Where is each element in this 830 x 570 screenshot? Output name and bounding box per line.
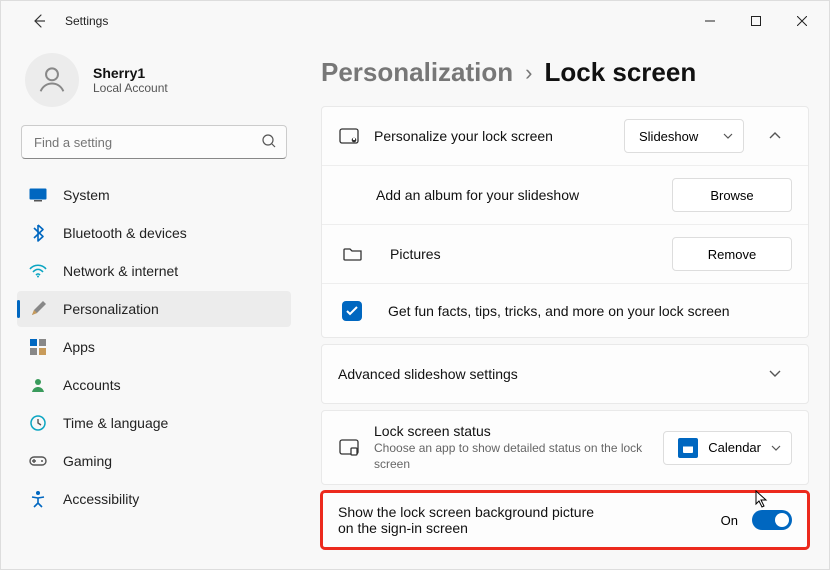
- search-input[interactable]: [21, 125, 287, 159]
- profile-name: Sherry1: [93, 65, 168, 81]
- window-title: Settings: [65, 14, 108, 28]
- avatar: [25, 53, 79, 107]
- chevron-down-icon: [771, 445, 781, 451]
- sidebar: Sherry1 Local Account System Bluetooth &…: [1, 41, 301, 569]
- nav-label: System: [63, 187, 110, 203]
- profile-subtitle: Local Account: [93, 81, 168, 95]
- check-icon: [346, 306, 358, 316]
- profile-block[interactable]: Sherry1 Local Account: [17, 47, 291, 125]
- chevron-up-icon: [769, 132, 781, 140]
- nav-label: Network & internet: [63, 263, 178, 279]
- clock-icon: [29, 414, 47, 432]
- monitor-icon: [29, 186, 47, 204]
- main-content: Personalization › Lock screen Personaliz…: [301, 41, 829, 569]
- nav-item-network[interactable]: Network & internet: [17, 253, 291, 289]
- close-button[interactable]: [779, 5, 825, 37]
- lockscreen-mode-select[interactable]: Slideshow: [624, 119, 744, 153]
- account-icon: [29, 376, 47, 394]
- nav-item-personalization[interactable]: Personalization: [17, 291, 291, 327]
- add-album-label: Add an album for your slideshow: [376, 187, 658, 203]
- person-icon: [35, 63, 69, 97]
- breadcrumb-current: Lock screen: [544, 57, 696, 88]
- select-value: Slideshow: [639, 129, 698, 144]
- signin-title-line2: on the sign-in screen: [338, 520, 707, 536]
- nav-item-time[interactable]: Time & language: [17, 405, 291, 441]
- personalize-card: Personalize your lock screen Slideshow A…: [321, 106, 809, 338]
- status-app-select[interactable]: Calendar: [663, 431, 792, 465]
- status-card: Lock screen status Choose an app to show…: [321, 410, 809, 485]
- remove-button[interactable]: Remove: [672, 237, 792, 271]
- advanced-title: Advanced slideshow settings: [338, 366, 744, 382]
- expand-button[interactable]: [758, 357, 792, 391]
- chevron-right-icon: ›: [525, 60, 532, 86]
- signin-picture-toggle[interactable]: [752, 510, 792, 530]
- signin-picture-card: Show the lock screen background picture …: [321, 491, 809, 549]
- collapse-button[interactable]: [758, 119, 792, 153]
- nav-item-apps[interactable]: Apps: [17, 329, 291, 365]
- calendar-icon: [678, 438, 698, 458]
- chevron-down-icon: [723, 133, 733, 139]
- fun-facts-checkbox[interactable]: [342, 301, 362, 321]
- accessibility-icon: [29, 490, 47, 508]
- nav-label: Personalization: [63, 301, 159, 317]
- nav-label: Accessibility: [63, 491, 139, 507]
- nav-label: Time & language: [63, 415, 168, 431]
- search-icon: [261, 133, 277, 149]
- nav-item-system[interactable]: System: [17, 177, 291, 213]
- nav-label: Accounts: [63, 377, 121, 393]
- fun-facts-label: Get fun facts, tips, tricks, and more on…: [388, 303, 792, 319]
- nav-label: Apps: [63, 339, 95, 355]
- signin-title-line1: Show the lock screen background picture: [338, 504, 707, 520]
- search-box: [21, 125, 287, 159]
- gamepad-icon: [29, 452, 47, 470]
- nav-item-accessibility[interactable]: Accessibility: [17, 481, 291, 517]
- nav-item-accounts[interactable]: Accounts: [17, 367, 291, 403]
- select-value: Calendar: [708, 440, 761, 455]
- wifi-icon: [29, 262, 47, 280]
- advanced-card[interactable]: Advanced slideshow settings: [321, 344, 809, 404]
- status-title: Lock screen status: [374, 423, 649, 439]
- brush-icon: [29, 300, 47, 318]
- folder-icon: [342, 246, 364, 262]
- apps-icon: [29, 338, 47, 356]
- chevron-down-icon: [769, 370, 781, 378]
- arrow-left-icon: [31, 13, 47, 29]
- status-icon: [338, 439, 360, 457]
- titlebar: Settings: [1, 1, 829, 41]
- nav-label: Gaming: [63, 453, 112, 469]
- bluetooth-icon: [29, 224, 47, 242]
- nav-item-bluetooth[interactable]: Bluetooth & devices: [17, 215, 291, 251]
- browse-button[interactable]: Browse: [672, 178, 792, 212]
- minimize-button[interactable]: [687, 5, 733, 37]
- breadcrumb: Personalization › Lock screen: [321, 57, 809, 88]
- personalize-title: Personalize your lock screen: [374, 128, 610, 144]
- lockscreen-icon: [338, 128, 360, 144]
- status-subtitle: Choose an app to show detailed status on…: [374, 440, 649, 472]
- nav-list: System Bluetooth & devices Network & int…: [17, 177, 291, 517]
- breadcrumb-parent[interactable]: Personalization: [321, 57, 513, 88]
- pictures-folder-label: Pictures: [390, 246, 658, 262]
- nav-label: Bluetooth & devices: [63, 225, 187, 241]
- back-button[interactable]: [21, 3, 57, 39]
- nav-item-gaming[interactable]: Gaming: [17, 443, 291, 479]
- maximize-button[interactable]: [733, 5, 779, 37]
- toggle-state-label: On: [721, 513, 738, 528]
